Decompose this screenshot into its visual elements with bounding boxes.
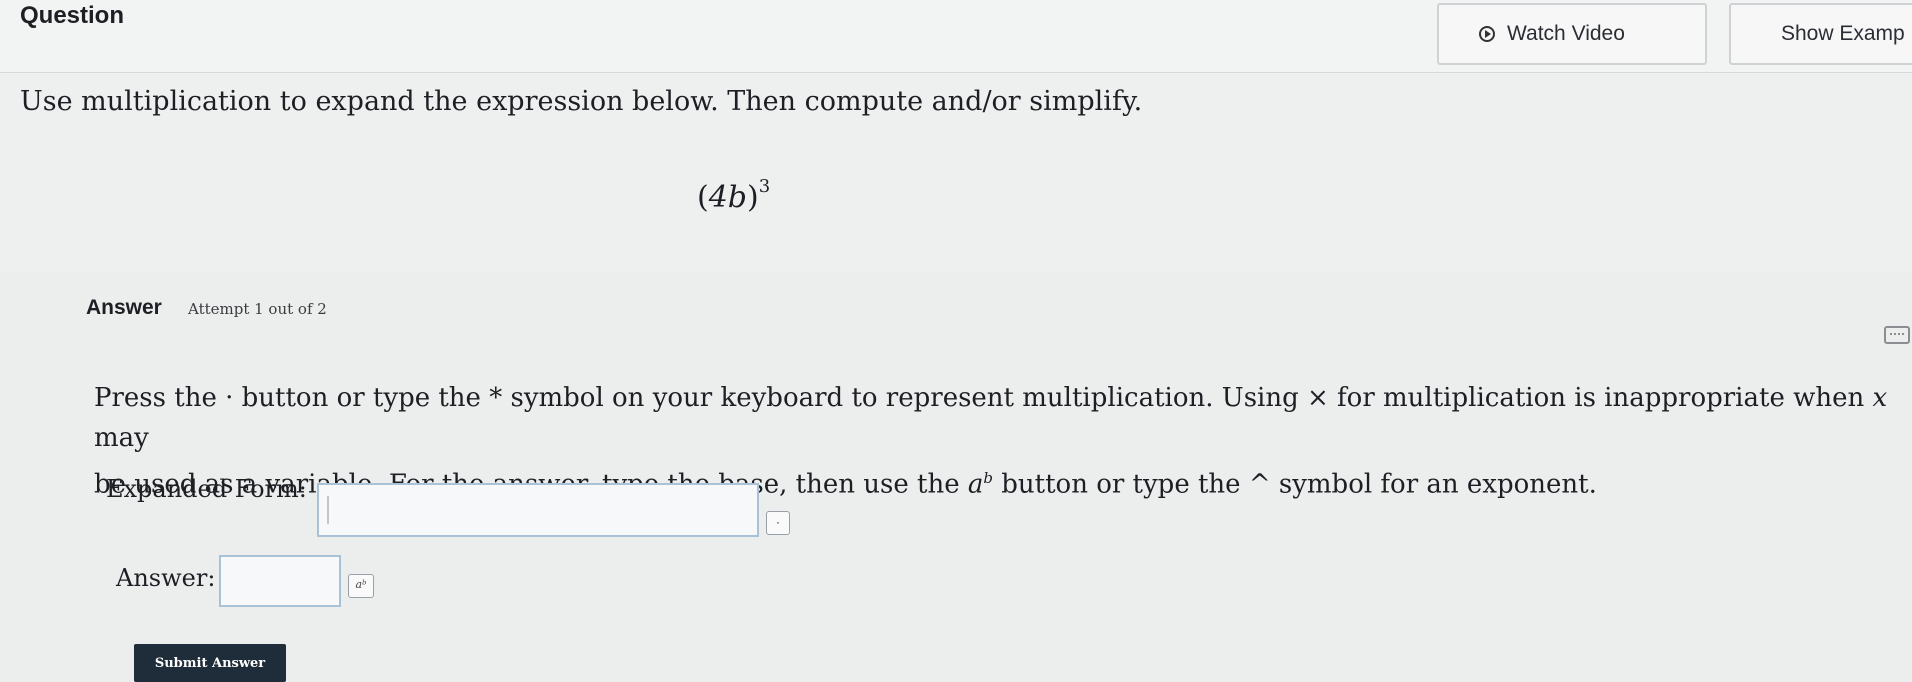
expanded-form-input[interactable] (317, 483, 759, 537)
directions-line1: Press the · button or type the * symbol … (94, 383, 1865, 413)
answer-label: Answer (86, 296, 162, 319)
directions-line1-end: may (94, 423, 149, 453)
answer-section: Answer Attempt 1 out of 2 Press the · bu… (0, 272, 1912, 682)
expression-base: 4b (708, 180, 748, 215)
answer-input[interactable] (219, 555, 341, 607)
exponent-button[interactable]: aᵇ (348, 574, 374, 598)
directions-line2-end: button or type the ^ symbol for an expon… (1001, 469, 1597, 500)
watch-video-label: Watch Video (1507, 22, 1625, 45)
attempt-counter: Attempt 1 out of 2 (188, 300, 327, 318)
question-label: Question (20, 2, 125, 29)
directions-ab-exp: b (983, 469, 993, 487)
multiply-dot-button[interactable]: · (766, 511, 790, 535)
directions-ab-base: a (967, 469, 984, 500)
submit-answer-button[interactable]: Submit Answer (134, 644, 286, 682)
show-example-label: Show Examp (1781, 22, 1905, 45)
expanded-form-label: Expanded Form: (106, 475, 307, 503)
keyboard-icon[interactable] (1884, 326, 1910, 344)
expression-exponent: 3 (758, 176, 771, 197)
play-circle-icon (1479, 26, 1495, 42)
answer-field-label: Answer: (116, 564, 216, 592)
watch-video-button[interactable]: Watch Video (1437, 3, 1707, 65)
show-example-button[interactable]: Show Examp (1729, 3, 1912, 65)
question-header: Question Watch Video Show Examp (0, 0, 1912, 73)
problem-instruction: Use multiplication to expand the express… (20, 86, 1143, 117)
math-expression: (4b)3 (697, 176, 771, 215)
directions-variable: x (1872, 383, 1888, 413)
